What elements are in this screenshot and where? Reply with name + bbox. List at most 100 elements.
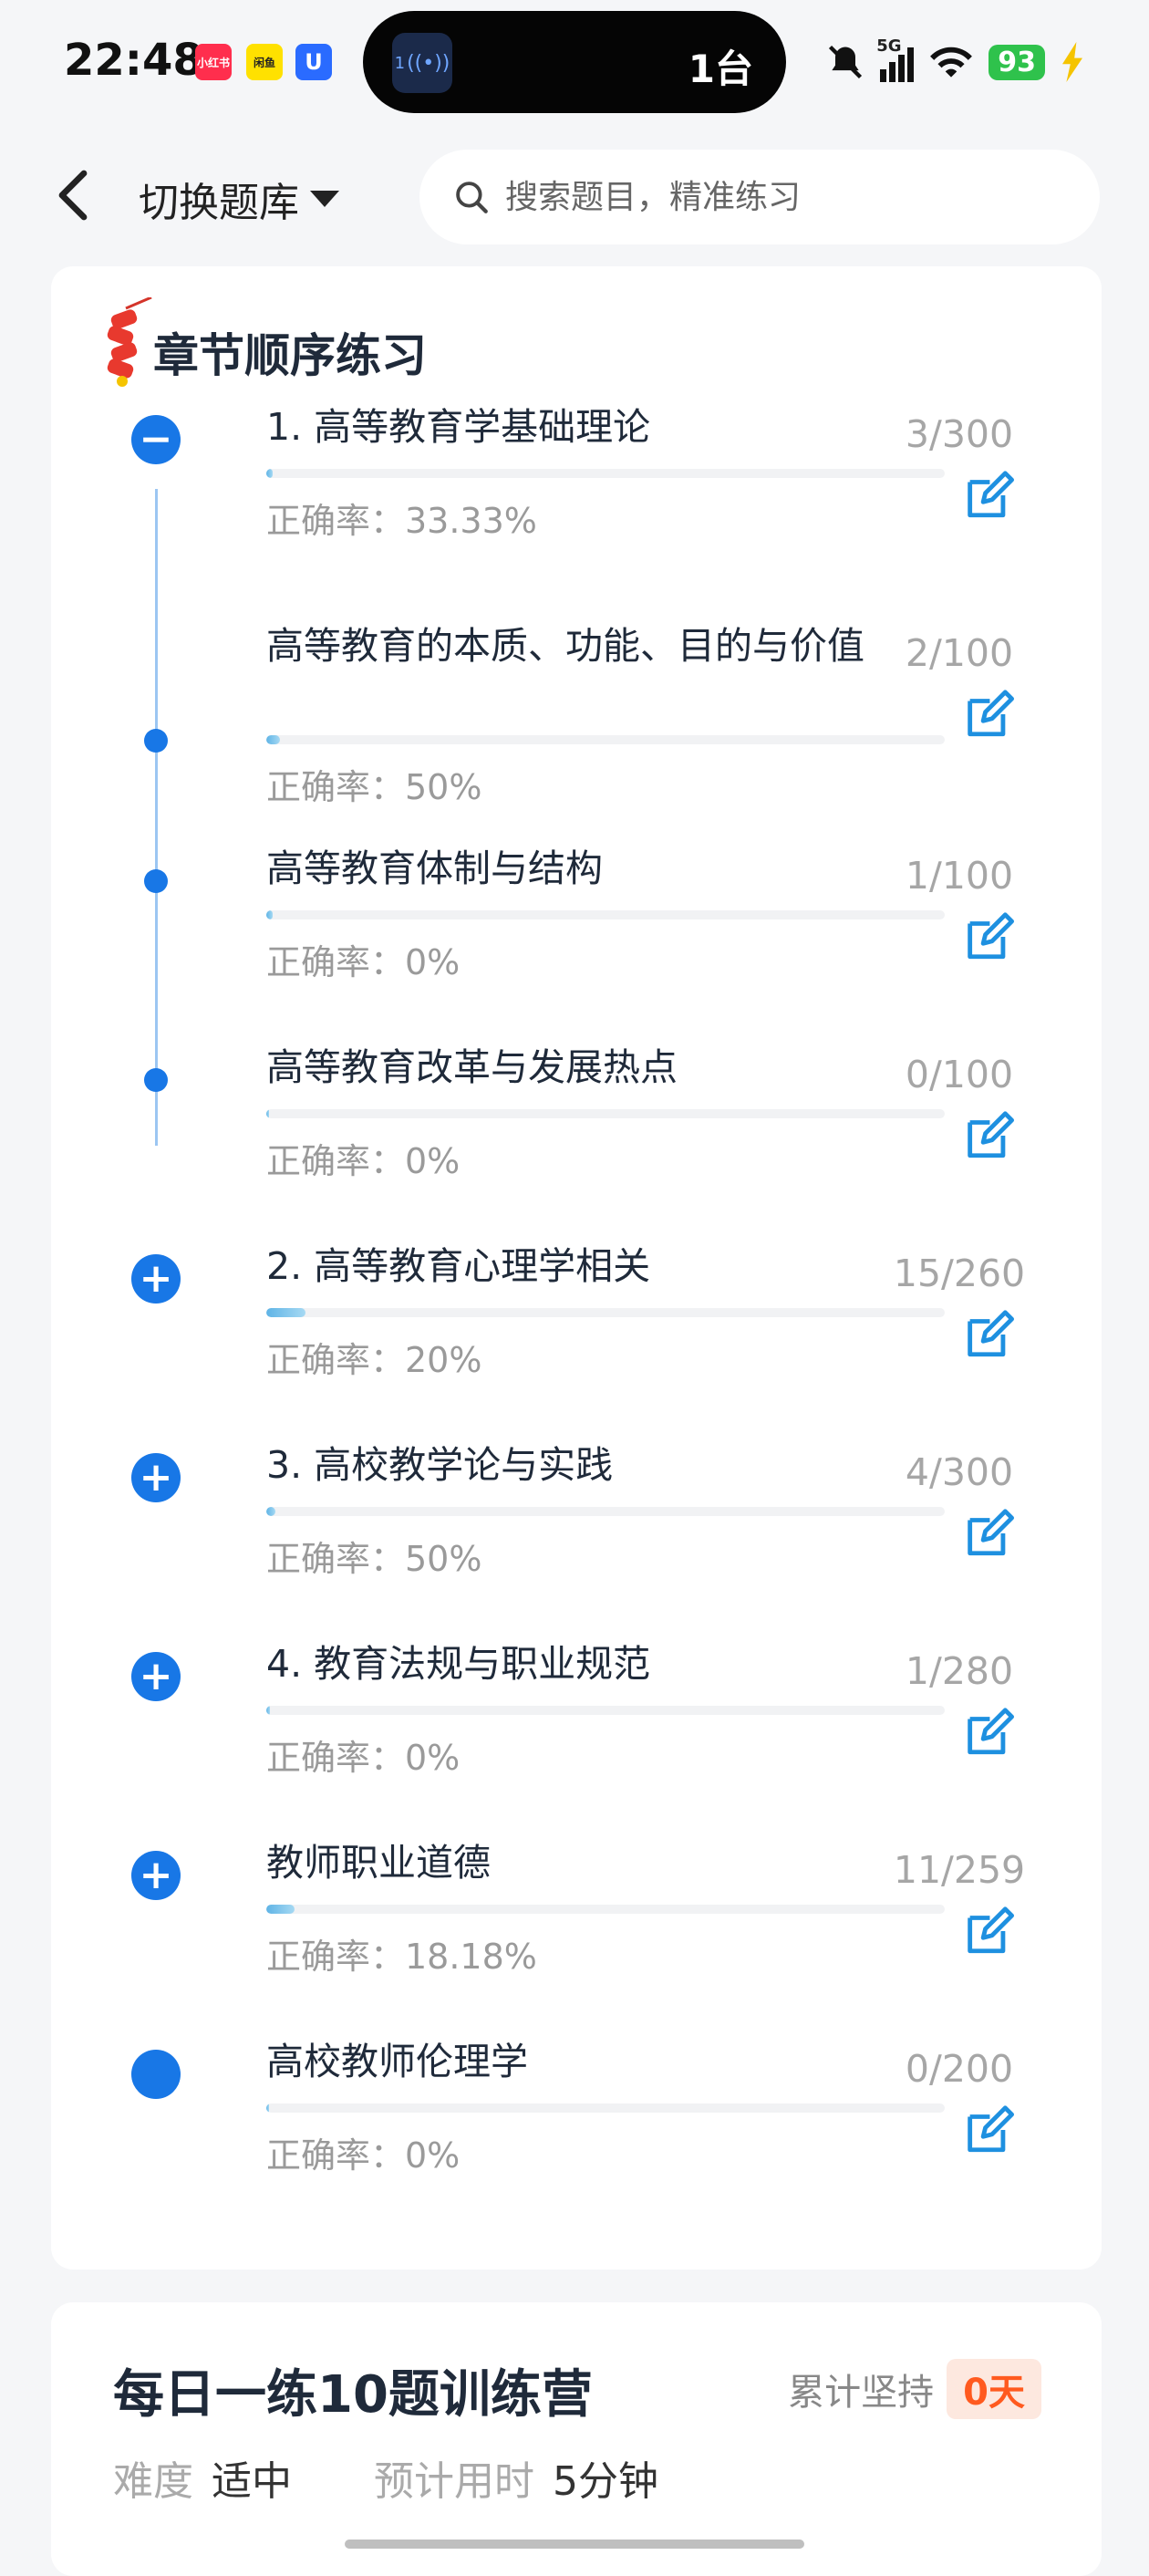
progress-count: 0/100 xyxy=(905,1053,1014,1096)
progress-fill xyxy=(266,1109,269,1118)
battery-indicator: 93 xyxy=(989,44,1045,80)
search-input[interactable] xyxy=(503,177,1054,217)
progress-bar xyxy=(266,469,945,478)
u-app-icon: U xyxy=(295,44,332,80)
progress-fill xyxy=(266,469,274,478)
accuracy-text: 正确率：0% xyxy=(266,1738,461,1778)
progress-bar xyxy=(266,910,945,919)
progress-count: 1/100 xyxy=(905,854,1014,898)
chapter-title[interactable]: 高等教育改革与发展热点 xyxy=(266,1044,950,1091)
xianyu-app-icon: 闲鱼 xyxy=(246,44,283,80)
accuracy-text: 正确率：33.33% xyxy=(266,501,537,541)
edit-practice-icon[interactable] xyxy=(961,910,1014,963)
edit-practice-icon[interactable] xyxy=(961,469,1014,522)
progress-count: 3/300 xyxy=(905,412,1014,456)
timeline-dot xyxy=(144,869,168,893)
broadcast-icon: 1 ((•)) xyxy=(392,33,452,93)
progress-bar xyxy=(266,1308,945,1317)
progress-count: 2/100 xyxy=(905,631,1014,675)
wifi-icon xyxy=(930,47,973,78)
difficulty-value: 适中 xyxy=(212,2458,292,2505)
firecracker-icon xyxy=(107,297,152,387)
progress-count: 4/300 xyxy=(905,1450,1014,1494)
accuracy-text: 正确率：20% xyxy=(266,1340,482,1380)
progress-fill xyxy=(266,910,274,919)
edit-practice-icon[interactable] xyxy=(961,1507,1014,1560)
expand-icon[interactable]: + xyxy=(131,1652,181,1701)
collapse-icon[interactable]: − xyxy=(131,415,181,464)
status-bar: 22:48 小红书 闲鱼 U 1 ((•)) 1台 5G 93 xyxy=(0,0,1149,124)
progress-bar xyxy=(266,1507,945,1516)
search-icon xyxy=(456,182,488,213)
edit-practice-icon[interactable] xyxy=(961,2103,1014,2156)
caret-down-icon xyxy=(310,191,339,207)
chapter-title[interactable]: 1. 高等教育学基础理论 xyxy=(266,403,950,451)
chapter-title[interactable]: 4. 教育法规与职业规范 xyxy=(266,1640,950,1688)
edit-practice-icon[interactable] xyxy=(961,1905,1014,1958)
chapter-title[interactable]: 教师职业道德 xyxy=(266,1839,950,1886)
switch-label: 切换题库 xyxy=(139,180,299,226)
progress-fill xyxy=(266,735,280,744)
expand-icon[interactable]: + xyxy=(131,1851,181,1900)
search-bar[interactable] xyxy=(419,150,1100,244)
progress-fill xyxy=(266,1507,275,1516)
progress-count: 1/280 xyxy=(905,1649,1014,1693)
daily-meta: 难度 适中 预计用时 5分钟 xyxy=(113,2448,722,2507)
progress-bar xyxy=(266,735,945,744)
accuracy-text: 正确率：50% xyxy=(266,1539,482,1579)
progress-fill xyxy=(266,1706,271,1715)
daily-title: 每日一练10题训练营 xyxy=(113,2365,593,2425)
chapter-title[interactable]: 高等教育的本质、功能、目的与价值 xyxy=(266,622,950,670)
streak-days-badge: 0天 xyxy=(947,2359,1041,2419)
streak-label: 累计坚持 xyxy=(788,2372,935,2414)
timeline-dot xyxy=(144,1068,168,1092)
timeline-line xyxy=(155,489,158,1146)
timeline-dot xyxy=(144,729,168,753)
home-indicator[interactable] xyxy=(345,2540,804,2549)
progress-bar xyxy=(266,2103,945,2113)
progress-count: 15/260 xyxy=(893,1252,1026,1295)
chapter-practice-card: 章节顺序练习 − 1. 高等教育学基础理论正确率：33.33% 3/300 高等教育的… xyxy=(51,266,1102,2270)
expand-icon[interactable]: + xyxy=(131,1453,181,1502)
edit-practice-icon[interactable] xyxy=(961,1706,1014,1759)
accuracy-text: 正确率：0% xyxy=(266,2135,461,2176)
progress-fill xyxy=(266,2103,269,2113)
dynamic-island[interactable]: 1 ((•)) 1台 xyxy=(363,11,786,113)
mute-bell-icon xyxy=(829,45,863,79)
progress-count: 0/200 xyxy=(905,2047,1014,2091)
difficulty-label: 难度 xyxy=(113,2458,193,2505)
charging-bolt-icon xyxy=(1062,42,1082,82)
edit-practice-icon[interactable] xyxy=(961,688,1014,741)
accuracy-text: 正确率：0% xyxy=(266,942,461,982)
xiaohongshu-app-icon: 小红书 xyxy=(195,44,232,80)
section-title: 章节顺序练习 xyxy=(153,329,427,382)
progress-count: 11/259 xyxy=(893,1848,1026,1892)
progress-fill xyxy=(266,1308,306,1317)
status-icons: 5G 93 xyxy=(825,36,1085,88)
island-label: 1台 xyxy=(688,47,753,91)
chapter-title[interactable]: 高校教师伦理学 xyxy=(266,2038,950,2085)
time-value: 5分钟 xyxy=(553,2458,658,2505)
progress-bar xyxy=(266,1706,945,1715)
chapter-title[interactable]: 3. 高校教学论与实践 xyxy=(266,1441,950,1489)
time-label: 预计用时 xyxy=(374,2458,534,2505)
chapter-title[interactable]: 高等教育体制与结构 xyxy=(266,845,950,892)
edit-practice-icon[interactable] xyxy=(961,1109,1014,1162)
progress-bar xyxy=(266,1109,945,1118)
streak-indicator: 累计坚持 0天 xyxy=(788,2359,1041,2419)
expand-icon[interactable]: + xyxy=(131,1254,181,1304)
progress-fill xyxy=(266,1905,295,1914)
chapter-title[interactable]: 2. 高等教育心理学相关 xyxy=(266,1242,950,1290)
status-time: 22:48 xyxy=(64,35,203,86)
progress-bar xyxy=(266,1905,945,1914)
accuracy-text: 正确率：0% xyxy=(266,1141,461,1181)
edit-practice-icon[interactable] xyxy=(961,1308,1014,1361)
back-arrow-icon[interactable] xyxy=(55,170,91,221)
signal-icon: 5G xyxy=(876,36,915,82)
accuracy-text: 正确率：18.18% xyxy=(266,1937,537,1977)
top-nav: 切换题库 xyxy=(0,124,1149,266)
switch-question-bank-button[interactable]: 切换题库 xyxy=(139,170,339,228)
chapter-bullet-icon xyxy=(131,2050,181,2099)
daily-practice-card[interactable]: 每日一练10题训练营 累计坚持 0天 难度 适中 预计用时 5分钟 xyxy=(51,2302,1102,2576)
accuracy-text: 正确率：50% xyxy=(266,767,482,807)
